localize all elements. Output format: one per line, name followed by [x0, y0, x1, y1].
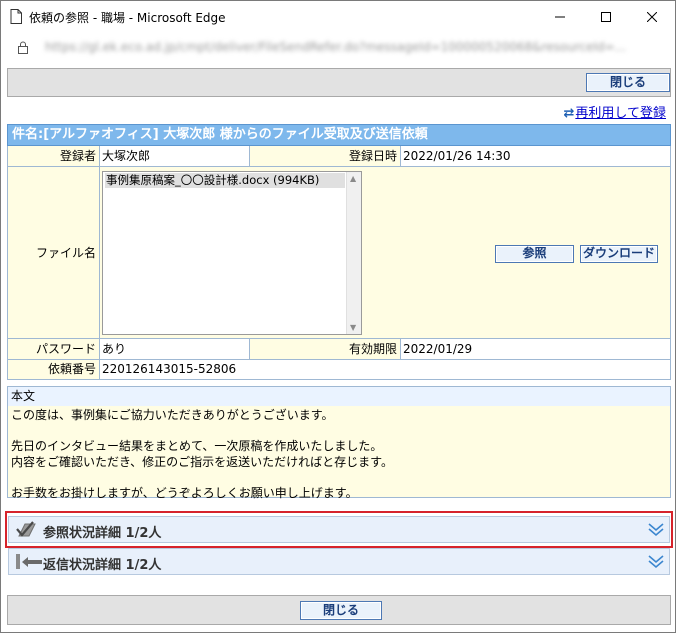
url-text: https://gl.ek.eco.ad.jp/cmpt/deliver/Fil… — [45, 40, 627, 54]
reply-status-accordion[interactable]: 返信状況詳細 1/2人 — [8, 548, 670, 575]
reply-arrow-icon — [16, 554, 42, 569]
file-listbox[interactable]: 事例集原稿案_〇〇設計様.docx (994KB) ▲ ▼ — [102, 171, 362, 335]
chevron-down-icon[interactable] — [647, 553, 665, 569]
window-title: 依頼の参照 - 職場 - Microsoft Edge — [29, 11, 226, 25]
body-line — [11, 424, 667, 440]
checkmark-doc-icon — [16, 521, 36, 537]
page-content: 閉じる ⇄再利用して登録 件名:[アルファオフィス] 大塚次郎 様からのファイル… — [5, 62, 673, 631]
close-button-bottom[interactable]: 閉じる — [300, 601, 382, 620]
body-line: 内容をご確認いただき、修正のご指示を返送いただければと存じます。 — [11, 454, 393, 469]
reuse-register-label: 再利用して登録 — [575, 106, 666, 121]
reference-status-title: 参照状況詳細 1/2人 — [43, 526, 162, 541]
download-button[interactable]: ダウンロード — [580, 245, 658, 263]
subject-header: 件名:[アルファオフィス] 大塚次郎 様からのファイル受取及び送信依頼 — [7, 124, 671, 146]
body-line — [11, 470, 667, 486]
reference-status-accordion[interactable]: 参照状況詳細 1/2人 — [8, 516, 670, 543]
registrant-label: 登録者 — [7, 146, 99, 167]
reply-status-title: 返信状況詳細 1/2人 — [43, 558, 162, 573]
password-value: あり — [99, 339, 249, 360]
lock-icon — [18, 41, 28, 54]
maximize-icon — [601, 12, 611, 22]
close-window-button[interactable] — [629, 1, 675, 33]
top-toolbar: 閉じる — [7, 68, 671, 97]
bottom-toolbar: 閉じる — [7, 595, 671, 625]
minimize-icon — [555, 16, 565, 18]
minimize-button[interactable] — [537, 1, 583, 33]
scroll-up-icon[interactable]: ▲ — [350, 174, 356, 183]
browser-window: 依頼の参照 - 職場 - Microsoft Edge https://gl.e… — [0, 0, 676, 633]
browse-button[interactable]: 参照 — [495, 245, 574, 263]
password-label: パスワード — [7, 339, 99, 360]
chevron-down-icon[interactable] — [647, 521, 665, 537]
registered-at-label: 登録日時 — [249, 146, 400, 167]
body-line: 先日のインタビュー結果をまとめて、一次原稿を作成いたしました。 — [11, 439, 383, 453]
expiry-value: 2022/01/29 — [400, 339, 671, 360]
page-icon — [10, 9, 22, 24]
body-line: お手数をお掛けしますが、どうぞよろしくお願い申し上げます。 — [11, 485, 358, 500]
body-line: この度は、事例集にご協力いただきありがとうございます。 — [11, 408, 334, 422]
refresh-icon: ⇄ — [563, 106, 575, 121]
registered-at-value: 2022/01/26 14:30 — [400, 146, 671, 167]
registrant-value: 大塚次郎 — [99, 146, 249, 167]
expiry-label: 有効期限 — [249, 339, 400, 360]
maximize-button[interactable] — [583, 1, 629, 33]
body-header: 本文 — [7, 386, 671, 407]
request-no-label: 依頼番号 — [7, 360, 99, 380]
file-list-item[interactable]: 事例集原稿案_〇〇設計様.docx (994KB) — [105, 173, 345, 188]
body-text: この度は、事例集にご協力いただきありがとうございます。 先日のインタビュー結果を… — [7, 406, 671, 500]
close-button-top[interactable]: 閉じる — [586, 73, 670, 92]
scroll-down-icon[interactable]: ▼ — [350, 323, 356, 332]
filename-label: ファイル名 — [7, 167, 99, 339]
request-no-value: 220126143015-52806 — [99, 360, 671, 380]
reuse-register-link[interactable]: ⇄再利用して登録 — [563, 102, 666, 121]
listbox-scrollbar[interactable]: ▲ ▼ — [346, 172, 361, 334]
title-bar: 依頼の参照 - 職場 - Microsoft Edge — [1, 1, 675, 33]
address-bar[interactable]: https://gl.ek.eco.ad.jp/cmpt/deliver/Fil… — [1, 33, 675, 61]
close-icon — [647, 12, 657, 22]
